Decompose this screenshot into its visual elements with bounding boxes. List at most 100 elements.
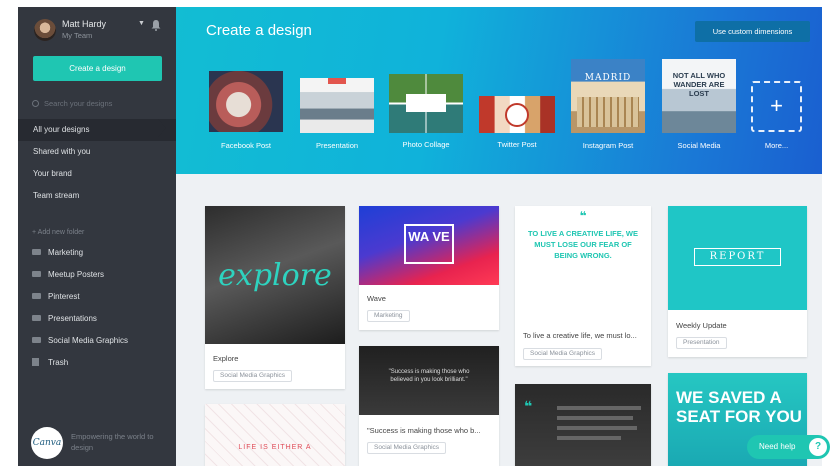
nav-shared-with-you[interactable]: Shared with you xyxy=(18,141,176,163)
design-card-creative-life[interactable]: ❝ TO LIVE A CREATIVE LIFE, WE MUST LOSE … xyxy=(515,206,651,366)
design-thumbnail: LIFE IS EITHER A xyxy=(205,404,345,466)
text-line xyxy=(557,436,621,440)
folder-label: Marketing xyxy=(48,248,84,257)
chevron-down-icon[interactable]: ▼ xyxy=(138,20,145,27)
folder-label: Meetup Posters xyxy=(48,270,105,279)
collage-title-block xyxy=(406,94,446,112)
design-card-success[interactable]: "Success is making those who believed in… xyxy=(359,346,499,466)
design-card-weekly-update[interactable]: REPORT Weekly Update Presentation xyxy=(668,206,807,357)
folder-icon xyxy=(32,315,41,321)
template-label: Photo Collage xyxy=(402,140,450,149)
user-menu[interactable]: Matt Hardy My Team ▼ xyxy=(18,7,176,49)
search-designs[interactable]: Search your designs xyxy=(32,99,162,111)
folder-icon xyxy=(32,293,41,299)
template-label: Presentation xyxy=(315,141,359,150)
add-folder-link[interactable]: + Add new folder xyxy=(32,229,84,236)
design-thumbnail: explore xyxy=(205,206,345,344)
design-title: To live a creative life, we must lo... xyxy=(523,331,637,340)
designs-grid: explore Explore Social Media Graphics WA… xyxy=(176,174,822,466)
template-photo-collage[interactable]: Photo Collage xyxy=(389,74,464,156)
trash-label: Trash xyxy=(48,358,69,367)
more-templates-button[interactable]: + xyxy=(751,81,802,132)
text-line xyxy=(557,426,637,430)
template-social-media[interactable]: NOT ALL WHO WANDER ARE LOST Social Media xyxy=(662,59,737,156)
page-title: Create a design xyxy=(206,22,312,39)
custom-dimensions-button[interactable]: Use custom dimensions xyxy=(695,21,810,42)
template-instagram-post[interactable]: MADRID Instagram Post xyxy=(571,59,646,156)
twitter-badge xyxy=(505,103,529,127)
instagram-post-thumbnail: MADRID xyxy=(571,59,645,133)
photo-collage-thumbnail xyxy=(389,74,463,133)
design-thumb-text: TO LIVE A CREATIVE LIFE, WE MUST LOSE OU… xyxy=(527,229,638,260)
trash-icon xyxy=(32,358,39,366)
quote-icon: ❝ xyxy=(524,398,533,414)
template-label: Facebook Post xyxy=(220,141,272,150)
building-facade xyxy=(577,97,639,127)
folder-label: Pinterest xyxy=(48,292,80,301)
create-design-button[interactable]: Create a design xyxy=(33,56,162,81)
design-title: Wave xyxy=(367,294,386,303)
team-name: My Team xyxy=(62,31,93,40)
avatar[interactable] xyxy=(34,19,56,41)
tagline: Empowering the world to design xyxy=(71,432,154,452)
design-thumb-text: explore xyxy=(218,258,332,293)
user-name: Matt Hardy xyxy=(62,19,107,29)
folder-social-media-graphics[interactable]: Social Media Graphics xyxy=(32,333,128,349)
design-thumb-text: REPORT xyxy=(694,248,781,266)
quote-icon: ❝ xyxy=(579,209,587,223)
design-thumb-text: WE SAVED A SEAT FOR YOU xyxy=(676,388,802,426)
create-design-header: Create a design Use custom dimensions Fa… xyxy=(176,7,822,174)
template-twitter-post[interactable]: Twitter Post xyxy=(479,96,555,156)
template-label: Instagram Post xyxy=(582,141,634,150)
bell-icon[interactable] xyxy=(151,19,161,31)
design-card-wave[interactable]: WA VE Wave Marketing xyxy=(359,206,499,330)
twitter-post-thumbnail xyxy=(479,96,555,133)
folder-icon xyxy=(32,249,41,255)
folder-icon xyxy=(32,337,41,343)
design-folder-tag[interactable]: Social Media Graphics xyxy=(367,442,447,454)
folder-pinterest[interactable]: Pinterest xyxy=(32,289,80,305)
design-thumbnail: ❝ xyxy=(515,384,651,466)
design-card-dark-quote[interactable]: ❝ xyxy=(515,384,651,466)
design-card-life-is-either[interactable]: LIFE IS EITHER A xyxy=(205,404,345,466)
nav-all-designs[interactable]: All your designs xyxy=(18,119,176,141)
need-help-button[interactable]: Need help ? xyxy=(747,435,830,459)
facebook-post-thumbnail xyxy=(209,71,283,132)
nav-team-stream[interactable]: Team stream xyxy=(18,185,176,207)
search-placeholder: Search your designs xyxy=(44,99,113,108)
folder-marketing[interactable]: Marketing xyxy=(32,245,83,261)
design-thumbnail: "Success is making those who believed in… xyxy=(359,346,499,415)
social-media-thumbnail: NOT ALL WHO WANDER ARE LOST xyxy=(662,59,736,133)
design-folder-tag[interactable]: Presentation xyxy=(676,337,727,349)
plus-icon: + xyxy=(770,93,783,118)
template-label: Twitter Post xyxy=(497,140,537,149)
design-title: "Success is making those who b... xyxy=(367,426,481,435)
need-help-label: Need help xyxy=(759,442,796,451)
design-folder-tag[interactable]: Social Media Graphics xyxy=(213,370,293,382)
instagram-thumb-text: MADRID xyxy=(584,73,632,83)
trash-folder[interactable]: Trash xyxy=(32,355,68,371)
template-presentation[interactable]: Presentation xyxy=(300,78,374,156)
search-icon xyxy=(32,100,39,107)
design-card-explore[interactable]: explore Explore Social Media Graphics xyxy=(205,206,345,389)
sidebar: Matt Hardy My Team ▼ Create a design Sea… xyxy=(18,7,176,466)
help-icon: ? xyxy=(809,438,827,456)
folder-label: Social Media Graphics xyxy=(48,336,129,345)
more-templates-label[interactable]: More... xyxy=(751,141,802,150)
canva-logo[interactable]: Canva xyxy=(31,427,63,459)
presentation-ribbon xyxy=(328,78,346,84)
folder-meetup-posters[interactable]: Meetup Posters xyxy=(32,267,104,283)
nav-your-brand[interactable]: Your brand xyxy=(18,163,176,185)
design-thumb-text: LIFE IS EITHER A xyxy=(238,444,312,451)
page-margin xyxy=(822,0,836,466)
design-thumb-text: "Success is making those who believed in… xyxy=(388,369,470,383)
design-folder-tag[interactable]: Social Media Graphics xyxy=(523,348,603,360)
template-facebook-post[interactable]: Facebook Post xyxy=(209,71,284,156)
folder-presentations[interactable]: Presentations xyxy=(32,311,97,327)
template-label: Social Media xyxy=(677,141,721,150)
design-thumb-text: WA VE xyxy=(404,224,454,264)
text-line xyxy=(557,416,633,420)
design-title: Explore xyxy=(213,354,239,363)
design-folder-tag[interactable]: Marketing xyxy=(367,310,410,322)
design-thumbnail: WA VE xyxy=(359,206,499,285)
